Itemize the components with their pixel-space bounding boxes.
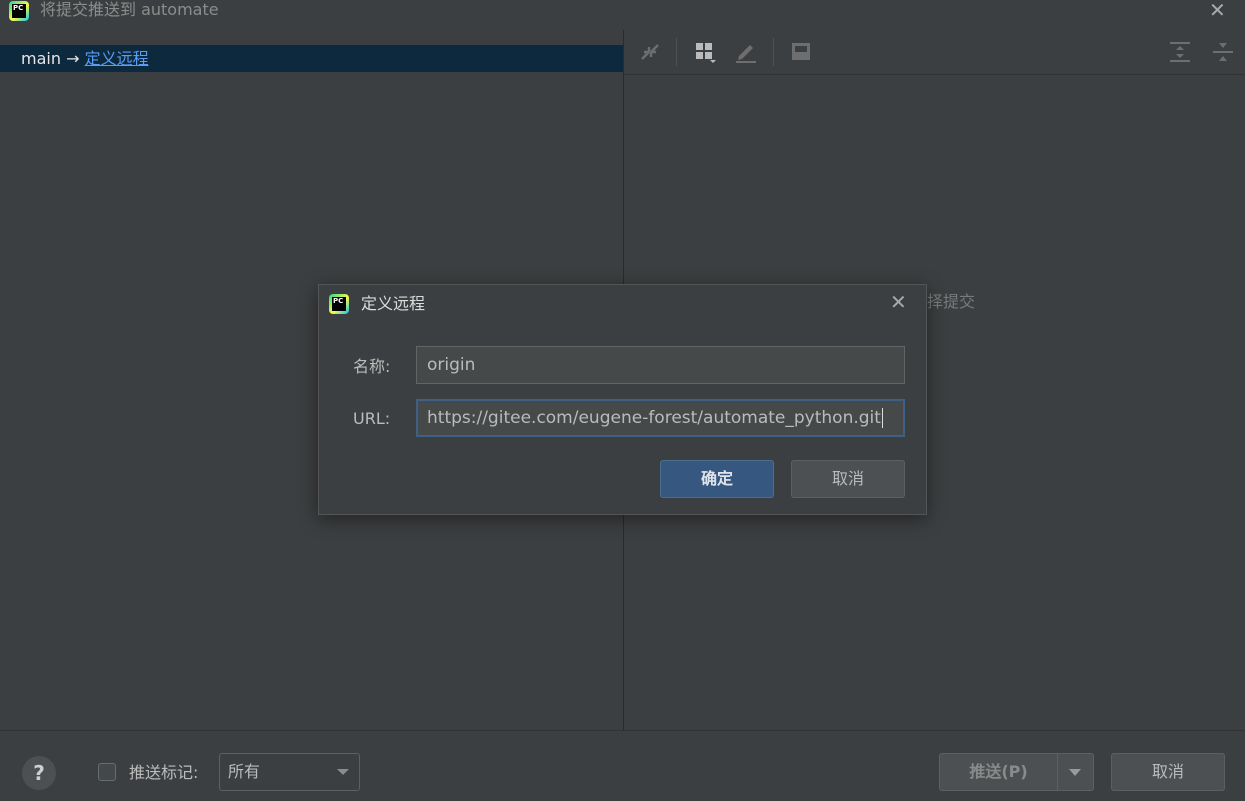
edit-icon[interactable]	[734, 41, 758, 63]
toolbar-separator	[676, 38, 677, 66]
text-caret	[881, 408, 883, 428]
chevron-down-icon	[337, 769, 349, 775]
remote-url-input[interactable]: https://gitee.com/eugene-forest/automate…	[416, 399, 905, 437]
window-titlebar: 将提交推送到 automate ✕	[0, 0, 1245, 22]
close-icon[interactable]: ✕	[1209, 0, 1226, 20]
collapse-all-icon[interactable]	[1211, 41, 1235, 63]
push-tags-checkbox[interactable]	[98, 763, 116, 781]
bottom-divider	[0, 730, 1245, 731]
push-button-label: 推送(P)	[969, 762, 1028, 781]
dialog-title: 定义远程	[361, 294, 426, 313]
define-remote-dialog: 定义远程 ✕ 名称: origin URL: https://gitee.com…	[318, 284, 927, 515]
branch-row[interactable]: main → 定义远程	[0, 45, 623, 72]
group-by-icon[interactable]	[694, 41, 718, 63]
pycharm-logo-icon	[329, 294, 349, 314]
arrow-label: →	[66, 49, 80, 68]
remote-url-value: https://gitee.com/eugene-forest/automate…	[427, 408, 881, 428]
push-tags-dropdown[interactable]: 所有	[219, 753, 360, 791]
window-title: 将提交推送到 automate	[40, 0, 219, 19]
push-button[interactable]: 推送(P)	[939, 753, 1094, 791]
push-tags-label: 推送标记:	[129, 763, 199, 782]
branch-name: main	[21, 49, 61, 68]
empty-state-text: 择提交	[927, 292, 976, 311]
dialog-cancel-button[interactable]: 取消	[791, 460, 905, 498]
ok-button[interactable]: 确定	[660, 460, 774, 498]
dialog-close-icon[interactable]: ✕	[890, 292, 907, 312]
expand-all-icon[interactable]	[1168, 41, 1192, 63]
define-remote-link[interactable]: 定义远程	[85, 49, 149, 68]
pycharm-logo-icon	[9, 1, 29, 21]
url-label: URL:	[353, 409, 391, 428]
push-tags-selected-value: 所有	[228, 762, 261, 781]
remote-name-input[interactable]: origin	[416, 346, 905, 384]
help-button[interactable]: ?	[22, 756, 56, 790]
name-label: 名称:	[353, 357, 391, 376]
toolbar-separator	[773, 38, 774, 66]
cancel-button[interactable]: 取消	[1111, 753, 1225, 791]
merge-arrows-icon[interactable]	[638, 41, 662, 63]
changes-toolbar	[624, 30, 1245, 75]
push-options-dropdown-icon[interactable]	[1058, 754, 1093, 790]
preview-panel-icon[interactable]	[790, 41, 814, 63]
remote-name-value: origin	[427, 355, 476, 375]
